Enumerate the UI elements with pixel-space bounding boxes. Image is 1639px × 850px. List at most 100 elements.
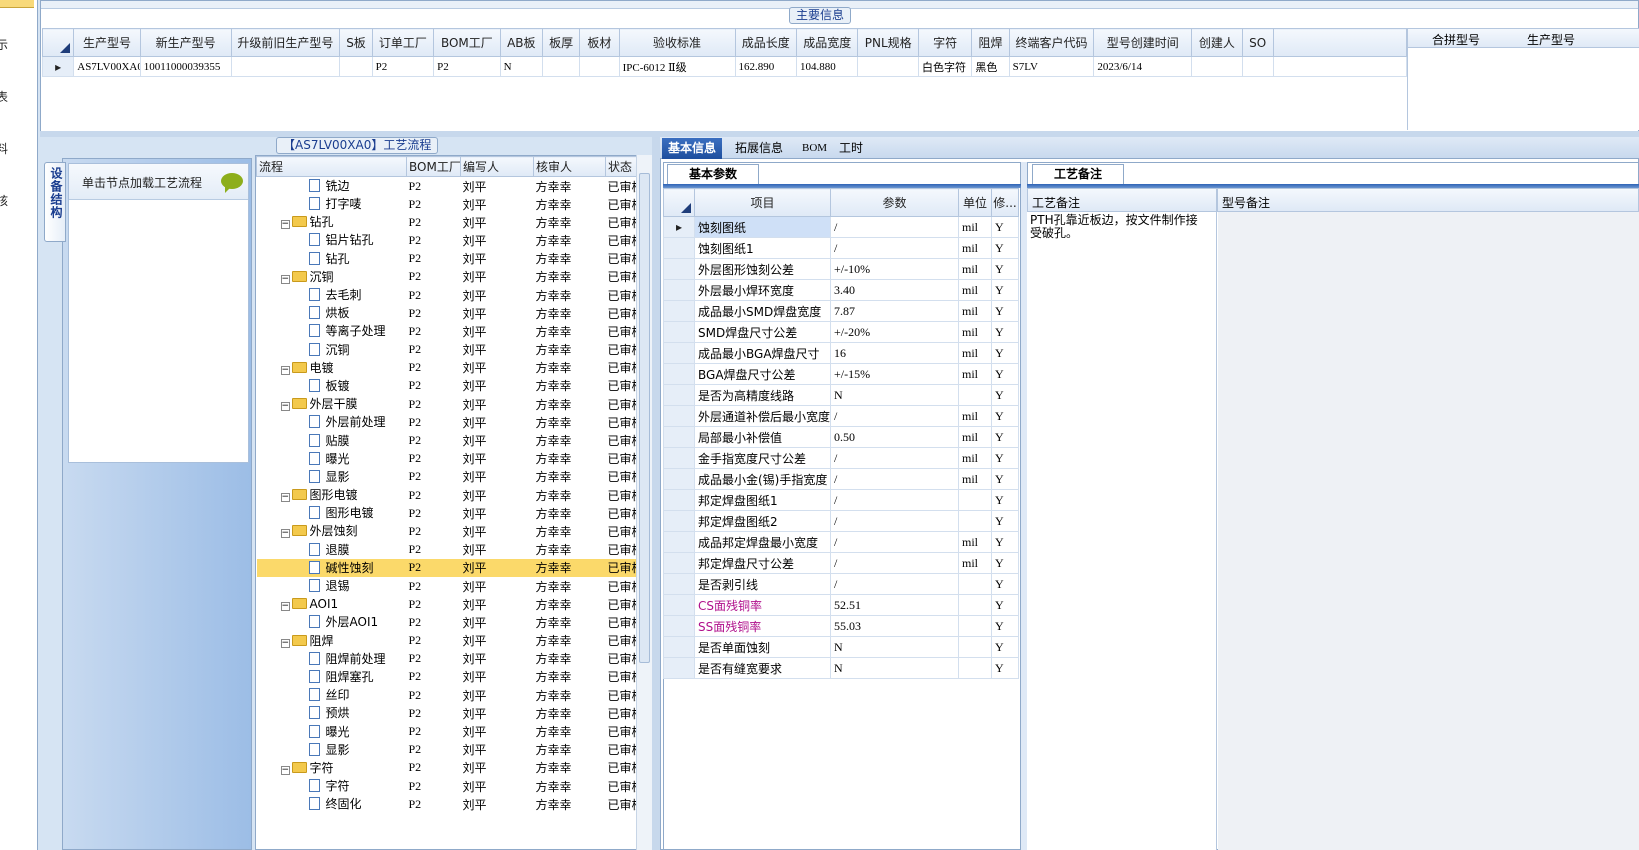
process-node-cell[interactable]: 退膜 bbox=[257, 541, 407, 559]
row-selector[interactable] bbox=[663, 657, 695, 679]
process-node-cell[interactable]: 贴膜 bbox=[257, 431, 407, 449]
row-selector[interactable] bbox=[663, 489, 695, 511]
param-row[interactable]: 成品最小金(锡)手指宽度 / mil Y bbox=[663, 468, 1019, 490]
collapse-icon[interactable]: − bbox=[280, 402, 290, 412]
process-row[interactable]: 阻焊塞孔 P2 刘平 方幸幸 已审核 bbox=[257, 668, 638, 686]
row-selector[interactable]: ▸ bbox=[663, 216, 695, 238]
param-item-cell[interactable]: SMD焊盘尺寸公差 bbox=[694, 321, 831, 343]
column-header[interactable]: 创建人 bbox=[1191, 28, 1243, 57]
column-header[interactable]: 新生产型号 bbox=[139, 28, 232, 57]
table-cell[interactable] bbox=[857, 56, 919, 77]
process-node-cell[interactable]: − 钻孔 bbox=[257, 213, 407, 231]
param-value-cell[interactable]: / bbox=[830, 216, 959, 238]
column-header[interactable]: 终端客户代码 bbox=[1008, 28, 1095, 57]
process-node-cell[interactable]: 去毛刺 bbox=[257, 286, 407, 304]
collapse-icon[interactable]: − bbox=[280, 220, 290, 230]
process-node-cell[interactable]: 退锡 bbox=[257, 577, 407, 595]
table-cell[interactable] bbox=[1191, 56, 1243, 77]
process-node-cell[interactable]: 字符 bbox=[257, 777, 407, 795]
param-value-cell[interactable]: / bbox=[830, 405, 959, 427]
param-column-header[interactable]: 单位 bbox=[958, 188, 992, 217]
process-row[interactable]: 外层前处理 P2 刘平 方幸幸 已审核 bbox=[257, 413, 638, 431]
param-value-cell[interactable]: 3.40 bbox=[830, 279, 959, 301]
column-header[interactable]: 板材 bbox=[579, 28, 620, 57]
column-header[interactable]: BOM工厂 bbox=[433, 28, 501, 57]
left-strip-tab[interactable] bbox=[0, 0, 34, 8]
param-item-cell[interactable]: 局部最小补偿值 bbox=[694, 426, 831, 448]
row-selector[interactable] bbox=[663, 279, 695, 301]
param-row[interactable]: 成品最小SMD焊盘宽度 7.87 mil Y bbox=[663, 300, 1019, 322]
param-value-cell[interactable]: 7.87 bbox=[830, 300, 959, 322]
process-row[interactable]: 显影 P2 刘平 方幸幸 已审核 bbox=[257, 741, 638, 759]
process-node-cell[interactable]: − 阻焊 bbox=[257, 632, 407, 650]
param-value-cell[interactable]: / bbox=[830, 531, 959, 553]
param-item-cell[interactable]: 成品邦定焊盘最小宽度 bbox=[694, 531, 831, 553]
row-selector[interactable] bbox=[663, 363, 695, 385]
table-cell[interactable] bbox=[541, 56, 581, 77]
process-node-cell[interactable]: 外层AOI1 bbox=[257, 613, 407, 631]
param-value-cell[interactable]: 0.50 bbox=[830, 426, 959, 448]
row-selector[interactable] bbox=[663, 300, 695, 322]
param-row[interactable]: ▸ 蚀刻图纸 / mil Y bbox=[663, 216, 1019, 238]
row-selector[interactable]: ▸ bbox=[41, 56, 75, 77]
param-row[interactable]: 邦定焊盘尺寸公差 / mil Y bbox=[663, 552, 1019, 574]
process-node-cell[interactable]: 铝片钻孔 bbox=[257, 231, 407, 249]
model-notes-area[interactable] bbox=[1218, 212, 1639, 850]
param-value-cell[interactable]: / bbox=[830, 237, 959, 259]
param-row[interactable]: 外层通道补偿后最小宽度 / mil Y bbox=[663, 405, 1019, 427]
table-cell[interactable]: AS7LV00XA0 bbox=[73, 56, 141, 77]
param-column-header[interactable]: 项目 bbox=[694, 188, 831, 217]
process-node-cell[interactable]: 外层前处理 bbox=[257, 413, 407, 431]
process-node-cell[interactable]: − 沉铜 bbox=[257, 268, 407, 286]
param-row[interactable]: 是否剥引线 / Y bbox=[663, 573, 1019, 595]
left-strip-label[interactable]: 料 bbox=[0, 140, 8, 157]
param-item-cell[interactable]: 成品最小金(锡)手指宽度 bbox=[694, 468, 831, 490]
param-item-cell[interactable]: 外层最小焊环宽度 bbox=[694, 279, 831, 301]
process-row[interactable]: − 电镀 P2 刘平 方幸幸 已审核 bbox=[257, 359, 638, 377]
column-header[interactable]: 升级前旧生产型号 bbox=[230, 28, 341, 57]
process-row[interactable]: − 沉铜 P2 刘平 方幸幸 已审核 bbox=[257, 268, 638, 286]
process-node-cell[interactable]: − AOI1 bbox=[257, 595, 407, 613]
table-corner[interactable] bbox=[41, 28, 75, 57]
collapse-icon[interactable]: − bbox=[280, 365, 290, 375]
process-row[interactable]: − 外层蚀刻 P2 刘平 方幸幸 已审核 bbox=[257, 522, 638, 540]
process-node-cell[interactable]: 终固化 bbox=[257, 795, 407, 813]
param-value-cell[interactable]: / bbox=[830, 573, 959, 595]
table-cell[interactable] bbox=[339, 56, 373, 77]
process-row[interactable]: 钻孔 P2 刘平 方幸幸 已审核 bbox=[257, 250, 638, 268]
tab-work-hours[interactable]: 工时 bbox=[833, 138, 869, 159]
column-header[interactable]: 订单工厂 bbox=[371, 28, 435, 57]
row-selector[interactable] bbox=[663, 405, 695, 427]
param-row[interactable]: 蚀刻图纸1/mil Y bbox=[663, 237, 1019, 259]
param-item-cell[interactable]: SS面残铜率 bbox=[694, 615, 831, 637]
param-value-cell[interactable]: N bbox=[830, 636, 959, 658]
process-node-cell[interactable]: 铣边 bbox=[257, 177, 407, 196]
process-node-cell[interactable]: 碱性蚀刻 bbox=[256, 558, 407, 577]
process-row[interactable]: − 外层干膜 P2 刘平 方幸幸 已审核 bbox=[257, 395, 638, 413]
param-item-cell[interactable]: 金手指宽度尺寸公差 bbox=[694, 447, 831, 469]
process-row[interactable]: 外层AOI1 P2 刘平 方幸幸 已审核 bbox=[257, 613, 638, 631]
equipment-structure-tab[interactable]: 设备结构 bbox=[44, 162, 66, 242]
merge-col-header[interactable]: 生产型号 bbox=[1527, 31, 1575, 48]
param-value-cell[interactable]: / bbox=[830, 489, 959, 511]
process-node-cell[interactable]: − 外层干膜 bbox=[257, 395, 407, 413]
model-notes-col-header[interactable]: 型号备注 bbox=[1217, 188, 1639, 212]
table-cell[interactable] bbox=[1241, 56, 1274, 77]
param-item-cell[interactable]: 邦定焊盘图纸2 bbox=[694, 510, 831, 532]
table-cell[interactable] bbox=[230, 56, 341, 77]
table-cell[interactable]: 黑色 bbox=[971, 56, 1010, 77]
process-row[interactable]: − 阻焊 P2 刘平 方幸幸 已审核 bbox=[257, 632, 638, 650]
row-selector[interactable] bbox=[663, 426, 695, 448]
column-header[interactable]: AB板 bbox=[499, 28, 543, 57]
table-cell[interactable]: S7LV bbox=[1008, 56, 1095, 77]
table-cell[interactable]: P2 bbox=[433, 56, 501, 77]
column-header[interactable]: PNL规格 bbox=[857, 28, 919, 57]
process-row[interactable]: − 图形电镀 P2 刘平 方幸幸 已审核 bbox=[257, 486, 638, 504]
process-row[interactable]: 打字唛 P2 刘平 方幸幸 已审核 bbox=[257, 195, 638, 213]
process-node-cell[interactable]: 阻焊塞孔 bbox=[257, 668, 407, 686]
process-column-header[interactable]: 状态 bbox=[605, 156, 638, 177]
scroll-thumb[interactable] bbox=[639, 173, 650, 663]
process-notes-tab[interactable]: 工艺备注 bbox=[1032, 164, 1124, 184]
process-row[interactable]: 等离子处理 P2 刘平 方幸幸 已审核 bbox=[257, 322, 638, 340]
process-node-cell[interactable]: 曝光 bbox=[257, 450, 407, 468]
